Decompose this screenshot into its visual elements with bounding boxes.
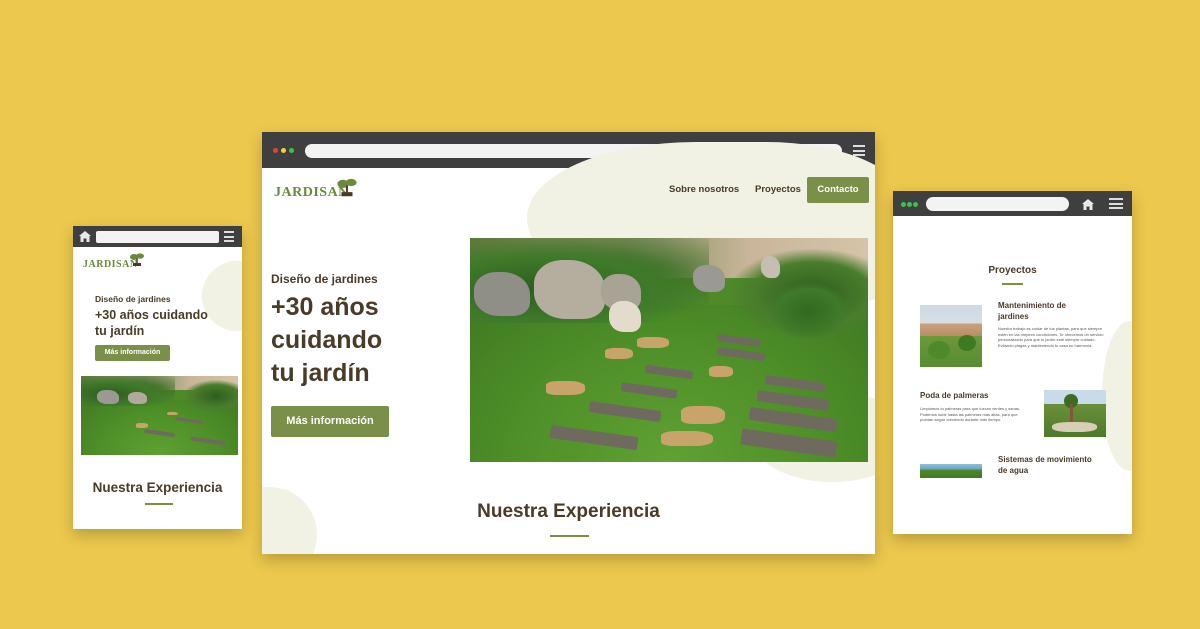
project-title: Poda de palmeras <box>920 391 989 400</box>
maximize-dot[interactable] <box>289 148 294 153</box>
hero-title-line2: cuidando <box>271 326 383 354</box>
section-title: Proyectos <box>988 265 1037 276</box>
project-title: Sistemas de movimiento <box>998 455 1092 464</box>
project-photo-water <box>920 464 982 478</box>
mobile-browser-bar <box>73 226 242 247</box>
section-underline <box>550 535 589 537</box>
minimize-dot[interactable] <box>281 148 286 153</box>
window-dot[interactable] <box>913 202 918 207</box>
hero-kicker: Diseño de jardines <box>95 294 171 304</box>
window-dot[interactable] <box>901 202 906 207</box>
bonsai-tree-icon <box>130 253 144 266</box>
hamburger-menu-icon[interactable] <box>1109 198 1123 209</box>
more-info-button[interactable]: Más información <box>95 345 170 361</box>
mobile-mockup: JARDISAN Diseño de jardines +30 años cui… <box>73 226 242 529</box>
nav-projects-link[interactable]: Proyectos <box>755 184 801 195</box>
home-icon[interactable] <box>1082 199 1094 210</box>
section-underline <box>145 503 173 505</box>
nav-about-link[interactable]: Sobre nosotros <box>669 184 739 195</box>
hamburger-menu-icon[interactable] <box>224 231 234 242</box>
nav-contact-button[interactable]: Contacto <box>807 177 869 203</box>
garden-photo <box>81 376 238 455</box>
home-icon[interactable] <box>79 231 91 242</box>
mobile-address-bar[interactable] <box>96 231 219 243</box>
tablet-browser-bar <box>893 191 1132 216</box>
garden-hero-photo <box>470 238 868 462</box>
tablet-mockup: Proyectos Mantenimiento de jardines Nues… <box>893 191 1132 534</box>
hero-title-line3: tu jardín <box>271 359 370 387</box>
desktop-mockup: JARDISAN Sobre nosotros Proyectos Contac… <box>262 132 875 554</box>
decorative-blob <box>202 261 242 331</box>
hamburger-menu-icon[interactable] <box>853 145 865 156</box>
project-title: jardines <box>998 312 1029 321</box>
section-title: Nuestra Experiencia <box>92 480 223 495</box>
hero-title-line1: +30 años cuidando <box>95 308 208 322</box>
tablet-address-bar[interactable] <box>926 197 1069 211</box>
project-title: Mantenimiento de <box>998 301 1067 310</box>
hero-kicker: Diseño de jardines <box>271 272 378 286</box>
project-title: de agua <box>998 466 1029 475</box>
section-title: Nuestra Experiencia <box>477 501 660 522</box>
project-description: Nuestro trabajo es cuidar de tus plantas… <box>998 326 1104 348</box>
project-photo-maintenance <box>920 305 982 367</box>
hero-title-line2: tu jardín <box>95 324 145 338</box>
bonsai-tree-icon <box>337 178 357 197</box>
project-description: Limpiamos tu palmeras para que luzcan ve… <box>920 406 1021 422</box>
window-dot[interactable] <box>907 202 912 207</box>
project-photo-palms <box>1044 390 1106 437</box>
hero-title-line1: +30 años <box>271 293 379 321</box>
close-dot[interactable] <box>273 148 278 153</box>
section-underline <box>1002 283 1023 285</box>
more-info-button[interactable]: Más información <box>271 406 389 437</box>
